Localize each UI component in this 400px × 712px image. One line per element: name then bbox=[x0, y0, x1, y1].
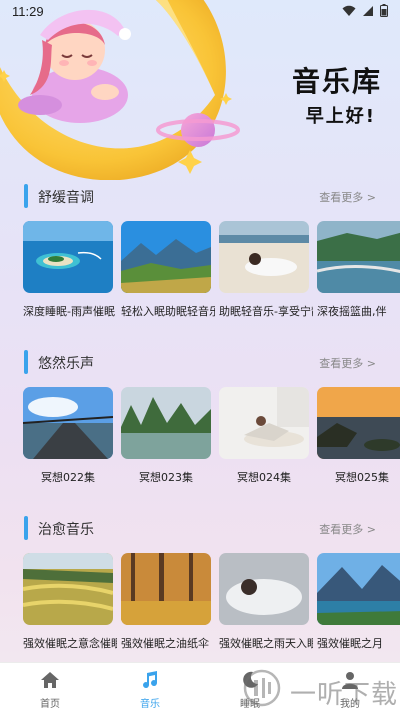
music-card[interactable]: 轻松入眠助眠轻音乐 bbox=[121, 221, 215, 319]
music-note-icon bbox=[140, 670, 160, 694]
section-accent-bar bbox=[24, 184, 28, 208]
music-card[interactable]: 强效催眠之意念催眠 bbox=[23, 553, 117, 651]
card-title: 强效催眠之意念催眠 bbox=[23, 637, 117, 650]
card-thumbnail-mountains bbox=[121, 221, 211, 293]
greeting-text: 早上好! bbox=[305, 106, 376, 127]
person-icon bbox=[340, 670, 360, 694]
status-time: 11:29 bbox=[12, 4, 44, 19]
card-title: 助眠轻音乐-享受宁静 bbox=[219, 305, 313, 318]
tab-label: 睡眠 bbox=[240, 699, 260, 710]
tab-home[interactable]: 首页 bbox=[0, 663, 100, 712]
hero-illustration bbox=[0, 0, 250, 181]
card-title: 强效催眠之雨天入眠 bbox=[219, 637, 313, 650]
card-thumbnail-coast-road bbox=[317, 221, 400, 293]
see-more-link[interactable]: 查看更多 > bbox=[319, 355, 376, 371]
music-card[interactable]: 冥想022集 bbox=[23, 387, 113, 485]
music-card[interactable]: 深度睡眠-雨声催眠 bbox=[23, 221, 115, 319]
card-thumbnail-boardwalk bbox=[23, 387, 113, 459]
section-soothing-tones: 舒缓音调 查看更多 > 深度睡眠-雨声催眠 轻松入眠助眠轻音乐 助眠轻音乐-享受… bbox=[0, 183, 400, 318]
tab-profile[interactable]: 我的 bbox=[300, 663, 400, 712]
tab-sleep[interactable]: 睡眠 bbox=[200, 663, 300, 712]
music-card[interactable]: 冥想024集 bbox=[219, 387, 309, 485]
card-title: 强效催眠之月 bbox=[317, 637, 383, 650]
card-thumbnail-resting-person bbox=[219, 387, 309, 459]
tab-label: 音乐 bbox=[140, 699, 160, 710]
card-title: 轻松入眠助眠轻音乐 bbox=[121, 305, 215, 318]
see-more-link[interactable]: 查看更多 > bbox=[319, 521, 376, 537]
card-title: 深度睡眠-雨声催眠 bbox=[23, 305, 115, 318]
tab-label: 我的 bbox=[340, 699, 360, 710]
section-title: 舒缓音调 bbox=[38, 190, 94, 206]
music-card[interactable]: 深夜摇篮曲,伴 bbox=[317, 221, 400, 319]
tab-label: 首页 bbox=[40, 699, 60, 710]
card-title: 强效催眠之油纸伞 bbox=[121, 637, 209, 650]
section-accent-bar bbox=[24, 350, 28, 374]
card-title: 冥想024集 bbox=[237, 471, 291, 484]
battery-icon bbox=[380, 4, 388, 17]
card-thumbnail-beach-sleeper bbox=[219, 221, 309, 293]
home-icon bbox=[40, 670, 60, 694]
section-title: 治愈音乐 bbox=[38, 522, 94, 538]
card-thumbnail-rice-terraces bbox=[23, 553, 113, 625]
music-card[interactable]: 强效催眠之油纸伞 bbox=[121, 553, 211, 651]
section-leisurely-music: 悠然乐声 查看更多 > 冥想022集 冥想023集 冥想024集 冥想025集 bbox=[0, 349, 400, 484]
moon-icon bbox=[240, 670, 260, 694]
hero-banner: 音乐库 早上好! bbox=[0, 0, 400, 181]
bottom-tab-bar: 首页 音乐 睡眠 我的 bbox=[0, 662, 400, 712]
music-card[interactable]: 助眠轻音乐-享受宁静 bbox=[219, 221, 313, 319]
wifi-icon bbox=[342, 5, 356, 17]
card-title: 冥想022集 bbox=[41, 471, 95, 484]
section-title: 悠然乐声 bbox=[38, 356, 94, 372]
card-thumbnail-bed-sleeper bbox=[219, 553, 309, 625]
card-thumbnail-fjord bbox=[317, 553, 400, 625]
tab-music[interactable]: 音乐 bbox=[100, 663, 200, 712]
card-thumbnail-autumn-forest bbox=[121, 553, 211, 625]
card-thumbnail-karst-lake bbox=[121, 387, 211, 459]
section-accent-bar bbox=[24, 516, 28, 540]
card-title: 深夜摇篮曲,伴 bbox=[317, 305, 387, 318]
card-title: 冥想025集 bbox=[335, 471, 389, 484]
music-card[interactable]: 冥想023集 bbox=[121, 387, 211, 485]
card-thumbnail-island bbox=[23, 221, 113, 293]
see-more-link[interactable]: 查看更多 > bbox=[319, 189, 376, 205]
section-healing-music: 治愈音乐 查看更多 > 强效催眠之意念催眠 强效催眠之油纸伞 强效催眠之雨天入眠… bbox=[0, 515, 400, 650]
signal-icon bbox=[362, 5, 374, 17]
music-card[interactable]: 强效催眠之月 bbox=[317, 553, 400, 651]
music-card[interactable]: 冥想025集 bbox=[317, 387, 400, 485]
card-title: 冥想023集 bbox=[139, 471, 193, 484]
page-title: 音乐库 bbox=[291, 65, 382, 98]
music-card[interactable]: 强效催眠之雨天入眠 bbox=[219, 553, 313, 651]
card-thumbnail-sunset-rocks bbox=[317, 387, 400, 459]
status-bar: 11:29 bbox=[0, 0, 400, 24]
